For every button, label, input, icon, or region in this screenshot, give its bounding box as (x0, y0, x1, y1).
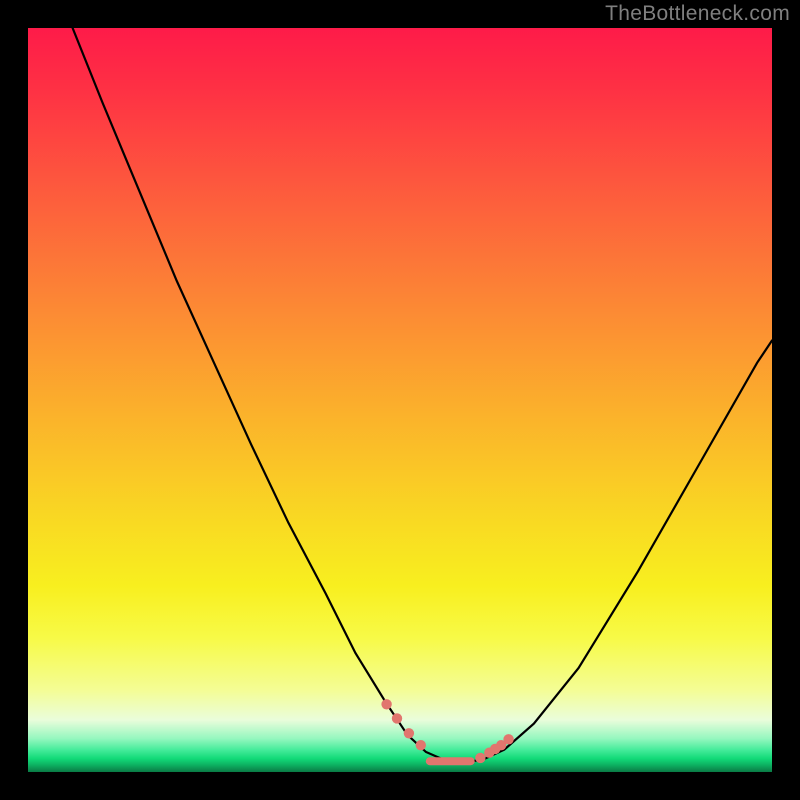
chart-frame (28, 28, 772, 772)
dot (475, 753, 485, 763)
dot (392, 713, 402, 723)
chart-svg (28, 28, 772, 772)
near-optimal-markers (381, 699, 513, 763)
dot (381, 699, 391, 709)
dot (416, 740, 426, 750)
watermark-text: TheBottleneck.com (605, 2, 790, 26)
dot (503, 734, 513, 744)
dot (404, 728, 414, 738)
bottleneck-curve (73, 28, 772, 762)
